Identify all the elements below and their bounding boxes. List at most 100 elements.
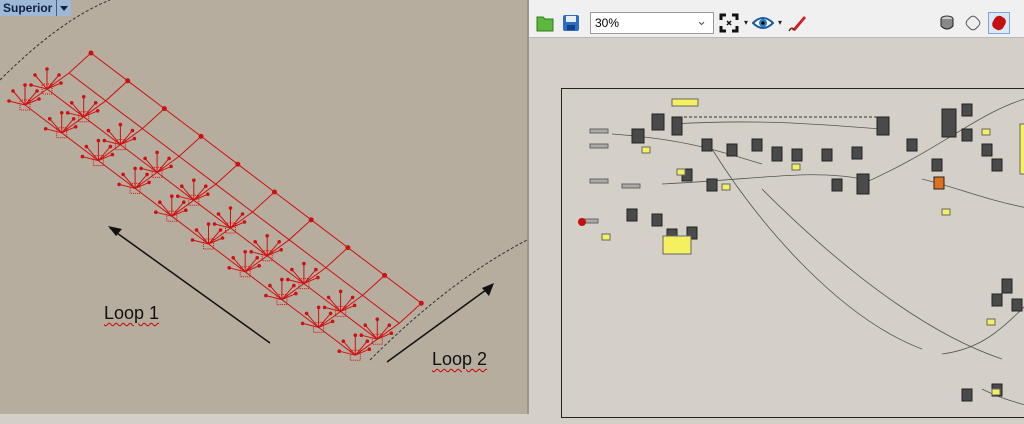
vector-arrowhead [43,127,48,131]
panel-node [641,146,651,154]
grasshopper-canvas[interactable] [561,88,1024,418]
vector-arrowhead [57,73,61,77]
preview-dropdown-icon[interactable]: ▾ [778,18,782,27]
zoom-extents-icon[interactable] [718,12,740,34]
vector-arrowhead [11,89,15,93]
grid-line [90,52,422,304]
component-node [631,128,645,144]
vector-arrowhead [300,321,305,326]
vector-arrowhead [176,194,180,198]
zoom-level-select[interactable]: 30% [590,11,714,34]
grid-line [24,104,356,356]
component-node [701,138,713,152]
preview-eye-icon[interactable] [752,12,775,34]
wire [981,388,1024,406]
vector-arrowhead [139,166,143,171]
vector-arrowhead [268,283,272,288]
vector-arrowhead [169,164,173,169]
vector-arrowhead [292,283,296,288]
panel-node [721,183,731,191]
vector-arrowhead [253,240,257,244]
component-node [931,158,943,172]
preview-shaded-icon[interactable] [962,12,984,34]
vector-arrowhead [337,349,342,354]
vector-arrowhead [180,184,184,188]
grid-endpoint [125,78,131,84]
vector-arrowhead [84,144,89,149]
grid-line [68,72,400,324]
vector-arrowhead [194,228,199,232]
vector-arrowhead [37,97,41,101]
vector-arrowhead [277,240,282,244]
vector-arrowhead [190,238,195,242]
vector-arrowhead [118,122,123,127]
viewport-title: Superior [3,1,53,15]
open-file-icon[interactable] [534,12,556,34]
panel-node [991,388,1001,396]
vector-arrowhead [255,255,259,260]
component-node [851,146,863,160]
canvas-toolbar: 30% ▾ ▾ [529,8,1024,38]
preview-selected-icon[interactable] [988,11,1010,34]
vector-arrowhead [132,136,137,141]
vector-arrowhead [59,111,64,115]
component-node [961,128,973,142]
vector-arrowhead [73,125,78,129]
vector-arrowhead [167,156,171,161]
viewport-title-tab[interactable]: Superior [0,0,72,16]
vector-arrowhead [33,73,37,77]
component-node [706,178,718,192]
construction-curve [369,239,527,361]
vector-arrowhead [102,138,107,143]
vector-arrowhead [23,83,27,87]
panel-node [941,208,951,216]
vector-arrowhead [204,184,208,188]
parameter-slider [589,128,609,134]
vector-arrowhead [302,261,306,266]
grid-endpoint [272,189,277,195]
vector-arrowhead [243,250,247,254]
vector-arrowhead [249,250,253,254]
vector-arrowhead [279,248,284,252]
component-node [831,178,843,192]
grid-line [355,302,422,356]
grid-endpoint [308,217,314,223]
vector-arrowhead [353,333,358,338]
vector-arrowhead [184,208,188,212]
vector-arrowhead [130,128,135,133]
component-node [906,138,918,152]
vector-arrowhead [264,293,268,298]
loop-2-label: Loop 2 [432,349,488,369]
vector-arrowhead [304,311,309,316]
grid-endpoint [88,50,94,56]
vector-arrowhead [316,305,321,310]
viewport-menu-dropdown-icon[interactable] [56,0,69,16]
component-node [941,108,957,138]
preview-wireframe-icon[interactable] [936,12,958,34]
vector-arrowhead [110,152,115,157]
vector-arrowhead [290,267,294,272]
vector-arrowhead [352,303,357,308]
vector-arrowhead [257,264,262,268]
component-node [671,116,683,136]
vector-arrowhead [69,101,74,105]
panel-node [981,128,991,136]
vector-arrowhead [80,154,85,159]
zoom-dropdown-icon[interactable]: ▾ [744,18,748,27]
vector-arrowhead [294,291,298,296]
vector-arrowhead [389,331,394,336]
vector-arrowhead [71,117,76,121]
save-file-icon[interactable] [560,12,582,34]
sketch-pen-icon[interactable] [786,12,808,34]
component-graph [578,98,1024,406]
vector-arrowhead [45,67,49,71]
component-node [961,388,973,402]
rhino-viewport[interactable]: Superior Loop 1 Loop 2 [0,0,527,414]
component-node [981,143,993,157]
vector-arrowhead [96,138,101,143]
loop-2-arrowhead [482,283,494,296]
zoom-level-value: 30% [595,15,620,30]
parameter-slider [589,143,609,149]
panel-node [1019,123,1024,175]
vector-arrowhead [59,81,63,85]
